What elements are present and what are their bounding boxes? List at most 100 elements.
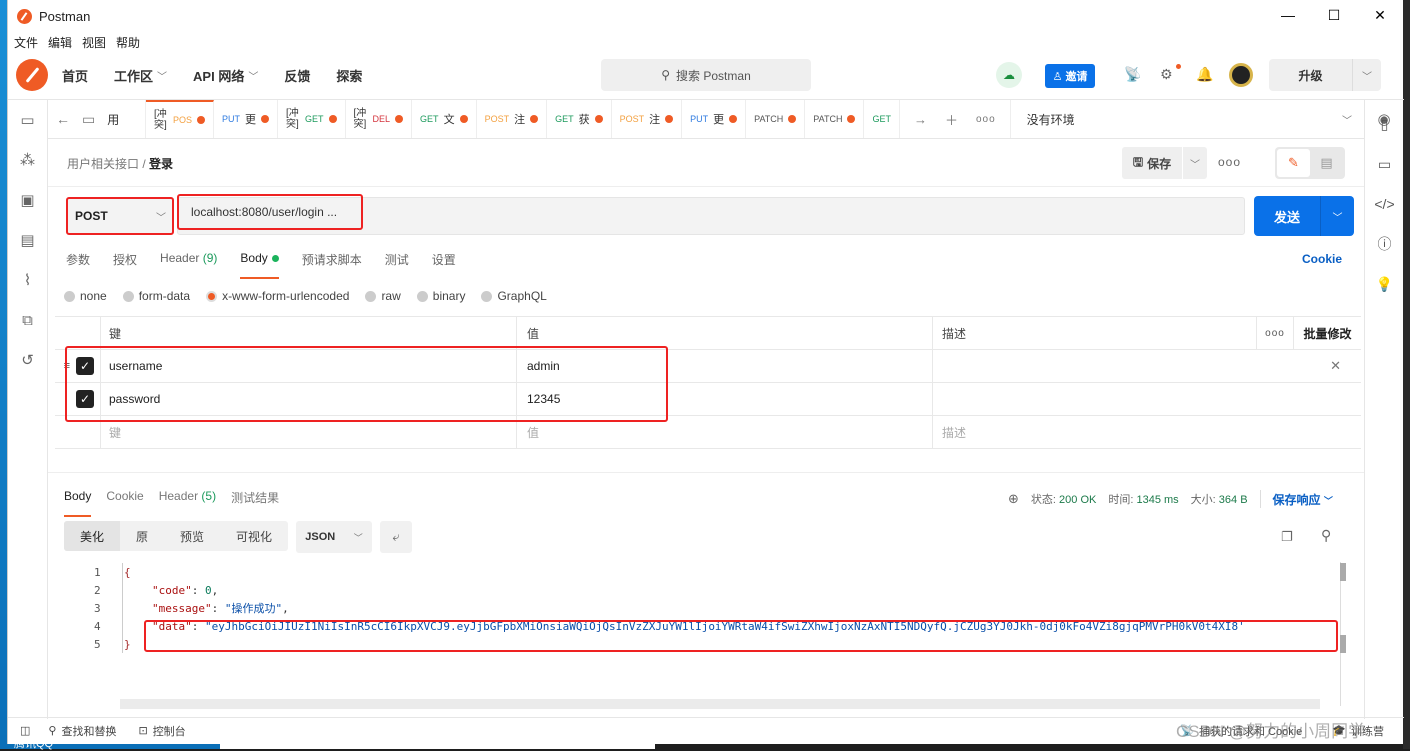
collections-icon[interactable]: ▭	[8, 100, 47, 140]
history-icon[interactable]: ↺	[8, 340, 47, 380]
satellite-icon[interactable]: 📡	[1124, 66, 1141, 83]
time-readout[interactable]: 时间: 1345 ms	[1108, 491, 1178, 507]
find-replace-button[interactable]: ⚲ 查找和替换	[48, 723, 116, 739]
gear-icon[interactable]: ⚙	[1160, 66, 1173, 83]
request-tab[interactable]: PUT 更	[682, 100, 747, 138]
more-tabs-icon[interactable]: ooo	[976, 114, 996, 125]
scrollbar-thumb[interactable]	[1340, 563, 1346, 581]
chevron-down-icon[interactable]: ﹀	[1353, 59, 1381, 91]
search-icon[interactable]: ⚲	[1321, 527, 1331, 544]
arrow-right-icon[interactable]: →	[914, 112, 927, 127]
comment-mode-icon[interactable]: ▤	[1310, 149, 1343, 177]
tab-tests[interactable]: 测试	[385, 251, 409, 268]
format-select[interactable]: JSON ﹀	[296, 521, 372, 553]
status-readout[interactable]: 状态: 200 OK	[1031, 491, 1096, 507]
new-key-input[interactable]: 键	[101, 416, 517, 448]
radio-graphql[interactable]: GraphQL	[481, 289, 547, 303]
request-tab[interactable]: [冲突] GET	[278, 100, 346, 138]
request-tab[interactable]: PUT 更	[214, 100, 279, 138]
menu-edit[interactable]: 编辑	[48, 34, 72, 51]
bell-icon[interactable]: 🔔	[1196, 66, 1213, 83]
maximize-button[interactable]: ☐	[1311, 0, 1357, 30]
tab-pre-request-script[interactable]: 预请求脚本	[302, 251, 362, 268]
view-raw[interactable]: 原	[120, 521, 164, 551]
menu-view[interactable]: 视图	[82, 34, 106, 51]
console-button[interactable]: ⊡ 控制台	[138, 723, 185, 739]
close-window-button[interactable]: ✕	[1357, 0, 1403, 30]
row-checkbox[interactable]: ✓	[76, 357, 94, 375]
tab-authorization[interactable]: 授权	[113, 251, 137, 268]
radio-raw[interactable]: raw	[365, 289, 401, 303]
upgrade-button[interactable]: 升级 ﹀	[1269, 59, 1381, 91]
new-description-input[interactable]: 描述	[933, 416, 1361, 448]
documentation-icon[interactable]: ▯	[1365, 104, 1404, 144]
save-dropdown-chevron-icon[interactable]: ﹀	[1183, 147, 1207, 179]
url-value-highlight[interactable]: localhost:8080/user/login ...	[177, 194, 363, 230]
response-tab-headers[interactable]: Header (5)	[159, 489, 216, 506]
menu-file[interactable]: 文件	[14, 34, 38, 51]
save-response-button[interactable]: 保存响应 ﹀	[1273, 491, 1333, 508]
radio-form-data[interactable]: form-data	[122, 289, 190, 303]
overview-tab-icon[interactable]: ▭	[82, 111, 95, 128]
flows-icon[interactable]: ⧉	[8, 300, 47, 340]
postman-home-logo-icon[interactable]	[16, 59, 48, 91]
menu-help[interactable]: 帮助	[116, 34, 140, 51]
key-cell[interactable]: username	[101, 350, 517, 382]
send-dropdown-chevron-icon[interactable]: ﹀	[1321, 196, 1354, 236]
lightbulb-icon[interactable]: 💡	[1365, 264, 1404, 304]
minimize-button[interactable]: —	[1265, 0, 1311, 30]
method-select[interactable]: POST ﹀	[66, 197, 174, 235]
response-body-editor[interactable]: 1{ 2 "code": 0, 3 "message": "操作成功", 4 "dat…	[78, 563, 1338, 653]
request-tab[interactable]: GET 文	[412, 100, 477, 138]
value-cell[interactable]: admin	[517, 350, 933, 382]
nav-home[interactable]: 首页	[62, 66, 88, 85]
breadcrumb-request-name[interactable]: 登录	[149, 157, 173, 171]
radio-none[interactable]: none	[64, 289, 107, 303]
value-cell[interactable]: 12345	[517, 383, 933, 415]
copy-icon[interactable]: ❐	[1281, 529, 1293, 545]
radio-x-www-form-urlencoded[interactable]: x-www-form-urlencoded	[206, 289, 349, 303]
request-tab[interactable]: [冲突] POS	[146, 100, 215, 138]
nav-workspaces[interactable]: 工作区 ﹀	[114, 66, 167, 85]
overview-tab-label[interactable]: 用	[107, 111, 119, 128]
code-icon[interactable]: </>	[1365, 184, 1404, 224]
radio-binary[interactable]: binary	[416, 289, 465, 303]
request-tab[interactable]: PATCH	[805, 100, 865, 138]
sync-status-icon[interactable]: ☁	[996, 62, 1022, 88]
edit-pencil-icon[interactable]: ✎	[1277, 149, 1310, 177]
response-tab-body[interactable]: Body	[64, 489, 92, 517]
mock-servers-icon[interactable]: ▤	[8, 220, 47, 260]
key-cell[interactable]: password	[101, 383, 517, 415]
cookies-link[interactable]: Cookie	[1302, 252, 1342, 266]
more-options-icon[interactable]: ooo	[1218, 155, 1241, 169]
send-button[interactable]: 发送 ﹀	[1254, 196, 1354, 236]
request-tab[interactable]: POST 注	[612, 100, 683, 138]
info-icon[interactable]: ⓘ	[1365, 224, 1404, 264]
column-options-icon[interactable]: ooo	[1256, 317, 1293, 349]
view-preview[interactable]: 预览	[164, 521, 220, 551]
tab-params[interactable]: 参数	[66, 251, 90, 268]
tab-headers[interactable]: Header (9)	[160, 251, 217, 268]
back-arrow-icon[interactable]: ←	[56, 111, 70, 127]
description-cell[interactable]	[933, 383, 1361, 415]
pane-divider[interactable]	[48, 472, 1364, 473]
avatar[interactable]	[1229, 63, 1253, 87]
horizontal-scrollbar[interactable]	[120, 699, 1320, 709]
nav-feedback[interactable]: 反馈	[284, 66, 310, 85]
scrollbar-thumb[interactable]	[1340, 635, 1346, 653]
wrap-lines-icon[interactable]: ⤶	[380, 521, 412, 553]
nav-api-network[interactable]: API 网络 ﹀	[193, 66, 258, 85]
bulk-edit-button[interactable]: 批量修改	[1293, 317, 1361, 349]
vertical-scrollbar[interactable]	[1340, 562, 1347, 706]
response-tab-test-results[interactable]: 测试结果	[231, 489, 279, 506]
new-value-input[interactable]: 值	[517, 416, 933, 448]
tab-body[interactable]: Body	[240, 251, 280, 279]
toggle-sidebar-icon[interactable]: ◫	[20, 724, 30, 737]
global-search-input[interactable]: ⚲ 搜索 Postman	[601, 59, 811, 91]
environments-icon[interactable]: ▣	[8, 180, 47, 220]
request-tab[interactable]: GET	[864, 100, 900, 138]
invite-button[interactable]: ♙ 邀请	[1045, 64, 1095, 88]
environment-selector[interactable]: 没有环境 ﹀	[1011, 111, 1364, 128]
response-tab-cookies[interactable]: Cookie	[106, 489, 143, 506]
request-tab[interactable]: [冲突] DEL	[346, 100, 413, 138]
